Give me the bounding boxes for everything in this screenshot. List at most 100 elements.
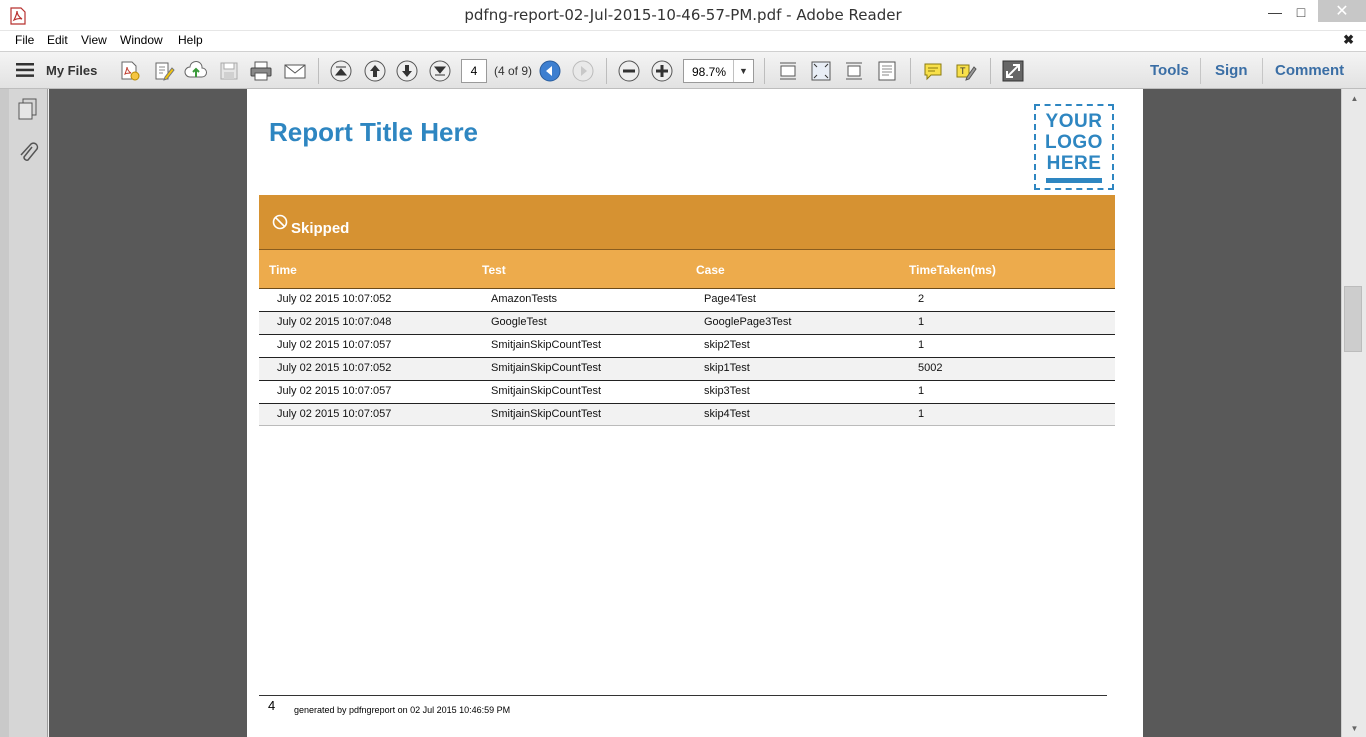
footer-divider xyxy=(259,695,1107,696)
full-screen-icon[interactable] xyxy=(1000,58,1026,84)
comment-pane-button[interactable]: Comment xyxy=(1275,62,1344,79)
column-header-case: Case xyxy=(696,263,725,277)
table-row: July 02 2015 10:07:057 SmitjainSkipCount… xyxy=(259,381,1115,404)
column-header-test: Test xyxy=(482,263,506,277)
table-header: Time Test Case TimeTaken(ms) xyxy=(259,250,1115,289)
scrollbar-thumb[interactable] xyxy=(1344,286,1362,352)
last-page-icon[interactable] xyxy=(427,58,453,84)
zoom-select[interactable]: 98.7% ▼ xyxy=(683,59,754,83)
cell-test: SmitjainSkipCountTest xyxy=(491,408,602,420)
column-header-time-taken: TimeTaken(ms) xyxy=(909,263,996,277)
cell-time-taken: 1 xyxy=(918,408,925,420)
table-row: July 02 2015 10:07:057 SmitjainSkipCount… xyxy=(259,404,1115,426)
page-count-label: (4 of 9) xyxy=(494,64,533,78)
toolbar-separator xyxy=(910,58,911,84)
menu-edit[interactable]: Edit xyxy=(47,33,68,47)
toolbar-separator xyxy=(990,58,991,84)
table-row: July 02 2015 10:07:052 SmitjainSkipCount… xyxy=(259,358,1115,381)
cell-time: July 02 2015 10:07:057 xyxy=(277,385,392,397)
highlight-text-icon[interactable]: T xyxy=(953,58,979,84)
save-icon[interactable] xyxy=(216,58,242,84)
cell-test: SmitjainSkipCountTest xyxy=(491,339,602,351)
menu-window[interactable]: Window xyxy=(120,33,163,47)
zoom-out-icon[interactable] xyxy=(616,58,642,84)
cell-case: GooglePage3Test xyxy=(704,316,792,328)
read-mode-icon[interactable] xyxy=(874,58,900,84)
cell-test: AmazonTests xyxy=(491,293,558,305)
cell-time: July 02 2015 10:07:057 xyxy=(277,408,392,420)
navigation-panel xyxy=(0,89,48,737)
cell-time-taken: 1 xyxy=(918,316,925,328)
table-row: July 02 2015 10:07:048 GoogleTest Google… xyxy=(259,312,1115,335)
column-header-time: Time xyxy=(269,263,297,277)
cell-case: Page4Test xyxy=(704,293,756,305)
email-icon[interactable] xyxy=(282,58,308,84)
toolbar-separator xyxy=(606,58,607,84)
tools-pane-button[interactable]: Tools xyxy=(1150,62,1189,79)
cell-case: skip2Test xyxy=(704,339,750,351)
section-title: Skipped xyxy=(291,220,350,237)
cell-time: July 02 2015 10:07:048 xyxy=(277,316,392,328)
previous-page-icon[interactable] xyxy=(362,58,388,84)
edit-pdf-icon[interactable] xyxy=(151,58,177,84)
forward-view-icon[interactable] xyxy=(570,58,596,84)
logo-underline xyxy=(1046,178,1102,183)
cell-test: SmitjainSkipCountTest xyxy=(491,385,602,397)
menu-file[interactable]: File xyxy=(15,33,34,47)
cell-time: July 02 2015 10:07:052 xyxy=(277,362,392,374)
cell-case: skip4Test xyxy=(704,408,750,420)
svg-text:T: T xyxy=(960,66,966,76)
chevron-down-icon[interactable]: ▼ xyxy=(733,60,753,82)
document-viewport[interactable]: Report Title Here YOUR LOGO HERE Skipped… xyxy=(49,89,1341,737)
fit-width-scroll-icon[interactable] xyxy=(775,58,801,84)
next-page-icon[interactable] xyxy=(394,58,420,84)
title-bar: pdfng-report-02-Jul-2015-10-46-57-PM.pdf… xyxy=(0,0,1366,31)
first-page-icon[interactable] xyxy=(328,58,354,84)
report-title: Report Title Here xyxy=(269,117,479,147)
cell-time-taken: 1 xyxy=(918,339,925,351)
page-number-input[interactable]: 4 xyxy=(461,59,487,83)
cell-time-taken: 2 xyxy=(918,293,925,305)
sticky-note-icon[interactable] xyxy=(920,58,946,84)
table-row: July 02 2015 10:07:052 AmazonTests Page4… xyxy=(259,289,1115,312)
page-thumbnails-icon[interactable] xyxy=(17,97,39,121)
pdf-page: Report Title Here YOUR LOGO HERE Skipped… xyxy=(247,89,1143,737)
cell-time-taken: 1 xyxy=(918,385,925,397)
cloud-upload-icon[interactable] xyxy=(183,58,209,84)
toolbar-separator xyxy=(318,58,319,84)
menu-bar: File Edit View Window Help ✖ xyxy=(0,31,1366,51)
vertical-scrollbar[interactable]: ▲ ▼ xyxy=(1341,89,1366,737)
logo-text-line: HERE xyxy=(1046,153,1102,174)
skipped-icon xyxy=(272,214,288,230)
nav-panel-strip xyxy=(0,89,9,737)
back-view-icon[interactable] xyxy=(537,58,563,84)
attachments-icon[interactable] xyxy=(17,141,39,165)
close-button[interactable]: ✕ xyxy=(1318,0,1366,22)
print-icon[interactable] xyxy=(248,58,274,84)
zoom-in-icon[interactable] xyxy=(649,58,675,84)
section-header: Skipped xyxy=(259,195,1115,250)
fit-width-icon[interactable] xyxy=(841,58,867,84)
close-document-icon[interactable]: ✖ xyxy=(1343,32,1354,48)
scroll-down-icon[interactable]: ▼ xyxy=(1342,719,1366,737)
scroll-up-icon[interactable]: ▲ xyxy=(1342,89,1366,107)
toolbar-separator xyxy=(1262,58,1263,84)
create-pdf-icon[interactable] xyxy=(117,58,143,84)
cell-time: July 02 2015 10:07:052 xyxy=(277,293,392,305)
toolbar: My Files 4 (4 of 9) 98.7% ▼ T Tools Sign… xyxy=(0,51,1366,89)
zoom-value: 98.7% xyxy=(692,65,727,79)
menu-view[interactable]: View xyxy=(81,33,107,47)
logo-text-line: LOGO xyxy=(1045,132,1103,153)
menu-help[interactable]: Help xyxy=(178,33,203,47)
cell-test: GoogleTest xyxy=(491,316,547,328)
my-files-button[interactable]: My Files xyxy=(46,63,97,78)
fit-page-icon[interactable] xyxy=(808,58,834,84)
cell-case: skip3Test xyxy=(704,385,750,397)
sign-pane-button[interactable]: Sign xyxy=(1215,62,1248,79)
footer-page-number: 4 xyxy=(268,698,276,713)
table-body: July 02 2015 10:07:052 AmazonTests Page4… xyxy=(259,289,1115,426)
table-row: July 02 2015 10:07:057 SmitjainSkipCount… xyxy=(259,335,1115,358)
hamburger-menu-icon[interactable] xyxy=(16,63,34,77)
logo-text-line: YOUR xyxy=(1045,111,1103,132)
footer-generated-text: generated by pdfngreport on 02 Jul 2015 … xyxy=(294,705,511,715)
